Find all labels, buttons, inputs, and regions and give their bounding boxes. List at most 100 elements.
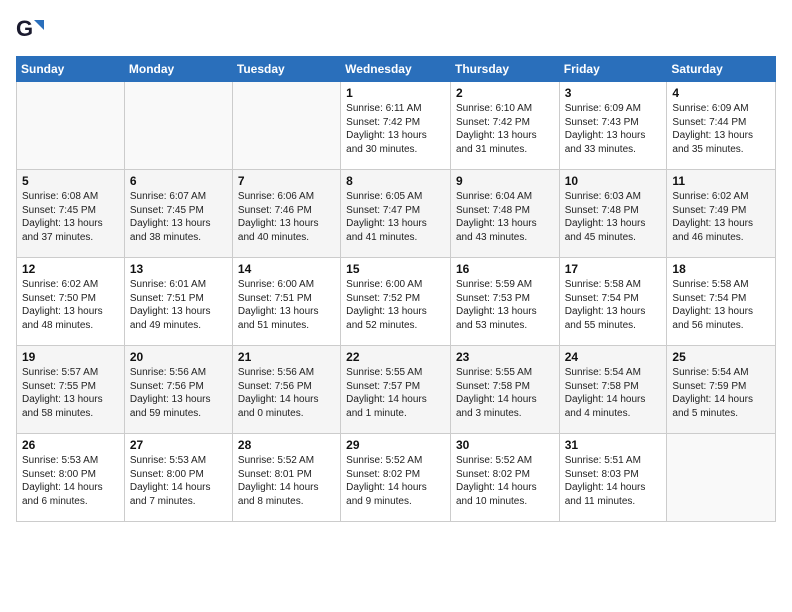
svg-text:G: G xyxy=(16,16,33,41)
day-number: 26 xyxy=(22,438,119,452)
calendar-cell: 12Sunrise: 6:02 AM Sunset: 7:50 PM Dayli… xyxy=(17,258,125,346)
calendar-table: SundayMondayTuesdayWednesdayThursdayFrid… xyxy=(16,56,776,522)
calendar-cell: 21 Sunrise: 5:56 AM Sunset: 7:56 PM Dayli… xyxy=(232,346,340,434)
calendar-cell: 7Sunrise: 6:06 AM Sunset: 7:46 PM Daylig… xyxy=(232,170,340,258)
day-number: 25 xyxy=(672,350,770,364)
day-info: Sunrise: 5:58 AM Sunset: 7:54 PM Dayligh… xyxy=(672,278,770,332)
day-info: Sunrise: 5:59 AM Sunset: 7:53 PM Dayligh… xyxy=(456,278,554,332)
day-number: 4 xyxy=(672,86,770,100)
day-number: 6 xyxy=(130,174,227,188)
day-info: Sunrise: 6:08 AM Sunset: 7:45 PM Dayligh… xyxy=(22,190,119,244)
calendar-cell: 19 Sunrise: 5:57 AM Sunset: 7:55 PM Dayli… xyxy=(17,346,125,434)
calendar-week-3: 12Sunrise: 6:02 AM Sunset: 7:50 PM Dayli… xyxy=(17,258,776,346)
calendar-header: SundayMondayTuesdayWednesdayThursdayFrid… xyxy=(17,57,776,82)
calendar-cell: 25 Sunrise: 5:54 AM Sunset: 7:59 PM Dayli… xyxy=(667,346,776,434)
calendar-week-5: 26 Sunrise: 5:53 AM Sunset: 8:00 PM Dayli… xyxy=(17,434,776,522)
day-number: 3 xyxy=(565,86,662,100)
day-info: Sunrise: 6:00 AM Sunset: 7:51 PM Dayligh… xyxy=(238,278,335,332)
day-number: 17 xyxy=(565,262,662,276)
calendar-cell: 2 Sunrise: 6:10 AM Sunset: 7:42 PM Daylig… xyxy=(450,82,559,170)
day-info: Sunrise: 6:11 AM Sunset: 7:42 PM Dayligh… xyxy=(346,102,445,156)
calendar-cell: 1Sunrise: 6:11 AM Sunset: 7:42 PM Daylig… xyxy=(341,82,451,170)
day-number: 30 xyxy=(456,438,554,452)
day-info: Sunrise: 6:02 AM Sunset: 7:49 PM Dayligh… xyxy=(672,190,770,244)
weekday-header-friday: Friday xyxy=(559,57,667,82)
page-header: G xyxy=(16,16,776,44)
calendar-page: G SundayMondayTuesdayWednesdayThursdayFr… xyxy=(0,0,792,612)
day-info: Sunrise: 6:00 AM Sunset: 7:52 PM Dayligh… xyxy=(346,278,445,332)
day-number: 21 xyxy=(238,350,335,364)
calendar-cell: 5 Sunrise: 6:08 AM Sunset: 7:45 PM Daylig… xyxy=(17,170,125,258)
calendar-cell: 17 Sunrise: 5:58 AM Sunset: 7:54 PM Dayli… xyxy=(559,258,667,346)
day-number: 31 xyxy=(565,438,662,452)
weekday-header-sunday: Sunday xyxy=(17,57,125,82)
calendar-cell: 20 Sunrise: 5:56 AM Sunset: 7:56 PM Dayli… xyxy=(124,346,232,434)
calendar-cell: 15 Sunrise: 6:00 AM Sunset: 7:52 PM Dayli… xyxy=(341,258,451,346)
day-number: 29 xyxy=(346,438,445,452)
day-number: 27 xyxy=(130,438,227,452)
day-info: Sunrise: 5:56 AM Sunset: 7:56 PM Dayligh… xyxy=(130,366,227,420)
day-number: 12 xyxy=(22,262,119,276)
day-number: 8 xyxy=(346,174,445,188)
calendar-cell: 9Sunrise: 6:04 AM Sunset: 7:48 PM Daylig… xyxy=(450,170,559,258)
weekday-row: SundayMondayTuesdayWednesdayThursdayFrid… xyxy=(17,57,776,82)
day-number: 9 xyxy=(456,174,554,188)
calendar-cell xyxy=(232,82,340,170)
day-info: Sunrise: 6:03 AM Sunset: 7:48 PM Dayligh… xyxy=(565,190,662,244)
day-info: Sunrise: 5:56 AM Sunset: 7:56 PM Dayligh… xyxy=(238,366,335,420)
day-number: 20 xyxy=(130,350,227,364)
calendar-cell: 28 Sunrise: 5:52 AM Sunset: 8:01 PM Dayli… xyxy=(232,434,340,522)
day-info: Sunrise: 5:54 AM Sunset: 7:58 PM Dayligh… xyxy=(565,366,662,420)
day-number: 23 xyxy=(456,350,554,364)
weekday-header-saturday: Saturday xyxy=(667,57,776,82)
day-info: Sunrise: 5:54 AM Sunset: 7:59 PM Dayligh… xyxy=(672,366,770,420)
day-number: 2 xyxy=(456,86,554,100)
calendar-cell: 23Sunrise: 5:55 AM Sunset: 7:58 PM Dayli… xyxy=(450,346,559,434)
day-info: Sunrise: 5:52 AM Sunset: 8:02 PM Dayligh… xyxy=(346,454,445,508)
day-number: 22 xyxy=(346,350,445,364)
day-number: 18 xyxy=(672,262,770,276)
day-info: Sunrise: 6:07 AM Sunset: 7:45 PM Dayligh… xyxy=(130,190,227,244)
day-info: Sunrise: 5:53 AM Sunset: 8:00 PM Dayligh… xyxy=(22,454,119,508)
calendar-week-1: 1Sunrise: 6:11 AM Sunset: 7:42 PM Daylig… xyxy=(17,82,776,170)
calendar-cell: 29 Sunrise: 5:52 AM Sunset: 8:02 PM Dayli… xyxy=(341,434,451,522)
day-info: Sunrise: 5:52 AM Sunset: 8:02 PM Dayligh… xyxy=(456,454,554,508)
calendar-cell: 24Sunrise: 5:54 AM Sunset: 7:58 PM Dayli… xyxy=(559,346,667,434)
day-info: Sunrise: 5:52 AM Sunset: 8:01 PM Dayligh… xyxy=(238,454,335,508)
calendar-cell: 10Sunrise: 6:03 AM Sunset: 7:48 PM Dayli… xyxy=(559,170,667,258)
calendar-cell: 8 Sunrise: 6:05 AM Sunset: 7:47 PM Daylig… xyxy=(341,170,451,258)
day-number: 15 xyxy=(346,262,445,276)
calendar-cell: 30 Sunrise: 5:52 AM Sunset: 8:02 PM Dayli… xyxy=(450,434,559,522)
day-info: Sunrise: 5:51 AM Sunset: 8:03 PM Dayligh… xyxy=(565,454,662,508)
day-info: Sunrise: 6:09 AM Sunset: 7:43 PM Dayligh… xyxy=(565,102,662,156)
logo: G xyxy=(16,16,46,44)
calendar-cell: 11 Sunrise: 6:02 AM Sunset: 7:49 PM Dayli… xyxy=(667,170,776,258)
calendar-cell xyxy=(667,434,776,522)
calendar-cell: 14 Sunrise: 6:00 AM Sunset: 7:51 PM Dayli… xyxy=(232,258,340,346)
day-number: 16 xyxy=(456,262,554,276)
calendar-cell: 16 Sunrise: 5:59 AM Sunset: 7:53 PM Dayli… xyxy=(450,258,559,346)
day-number: 28 xyxy=(238,438,335,452)
day-info: Sunrise: 6:06 AM Sunset: 7:46 PM Dayligh… xyxy=(238,190,335,244)
weekday-header-monday: Monday xyxy=(124,57,232,82)
day-info: Sunrise: 6:09 AM Sunset: 7:44 PM Dayligh… xyxy=(672,102,770,156)
calendar-cell: 4 Sunrise: 6:09 AM Sunset: 7:44 PM Daylig… xyxy=(667,82,776,170)
day-number: 13 xyxy=(130,262,227,276)
calendar-cell: 27 Sunrise: 5:53 AM Sunset: 8:00 PM Dayli… xyxy=(124,434,232,522)
day-number: 14 xyxy=(238,262,335,276)
day-info: Sunrise: 5:58 AM Sunset: 7:54 PM Dayligh… xyxy=(565,278,662,332)
calendar-cell: 26 Sunrise: 5:53 AM Sunset: 8:00 PM Dayli… xyxy=(17,434,125,522)
calendar-cell: 18 Sunrise: 5:58 AM Sunset: 7:54 PM Dayli… xyxy=(667,258,776,346)
day-info: Sunrise: 6:05 AM Sunset: 7:47 PM Dayligh… xyxy=(346,190,445,244)
calendar-body: 1Sunrise: 6:11 AM Sunset: 7:42 PM Daylig… xyxy=(17,82,776,522)
day-number: 19 xyxy=(22,350,119,364)
weekday-header-wednesday: Wednesday xyxy=(341,57,451,82)
day-number: 11 xyxy=(672,174,770,188)
day-info: Sunrise: 5:57 AM Sunset: 7:55 PM Dayligh… xyxy=(22,366,119,420)
calendar-cell: 6 Sunrise: 6:07 AM Sunset: 7:45 PM Daylig… xyxy=(124,170,232,258)
day-number: 5 xyxy=(22,174,119,188)
day-info: Sunrise: 6:01 AM Sunset: 7:51 PM Dayligh… xyxy=(130,278,227,332)
day-info: Sunrise: 6:10 AM Sunset: 7:42 PM Dayligh… xyxy=(456,102,554,156)
calendar-cell xyxy=(124,82,232,170)
day-info: Sunrise: 5:53 AM Sunset: 8:00 PM Dayligh… xyxy=(130,454,227,508)
